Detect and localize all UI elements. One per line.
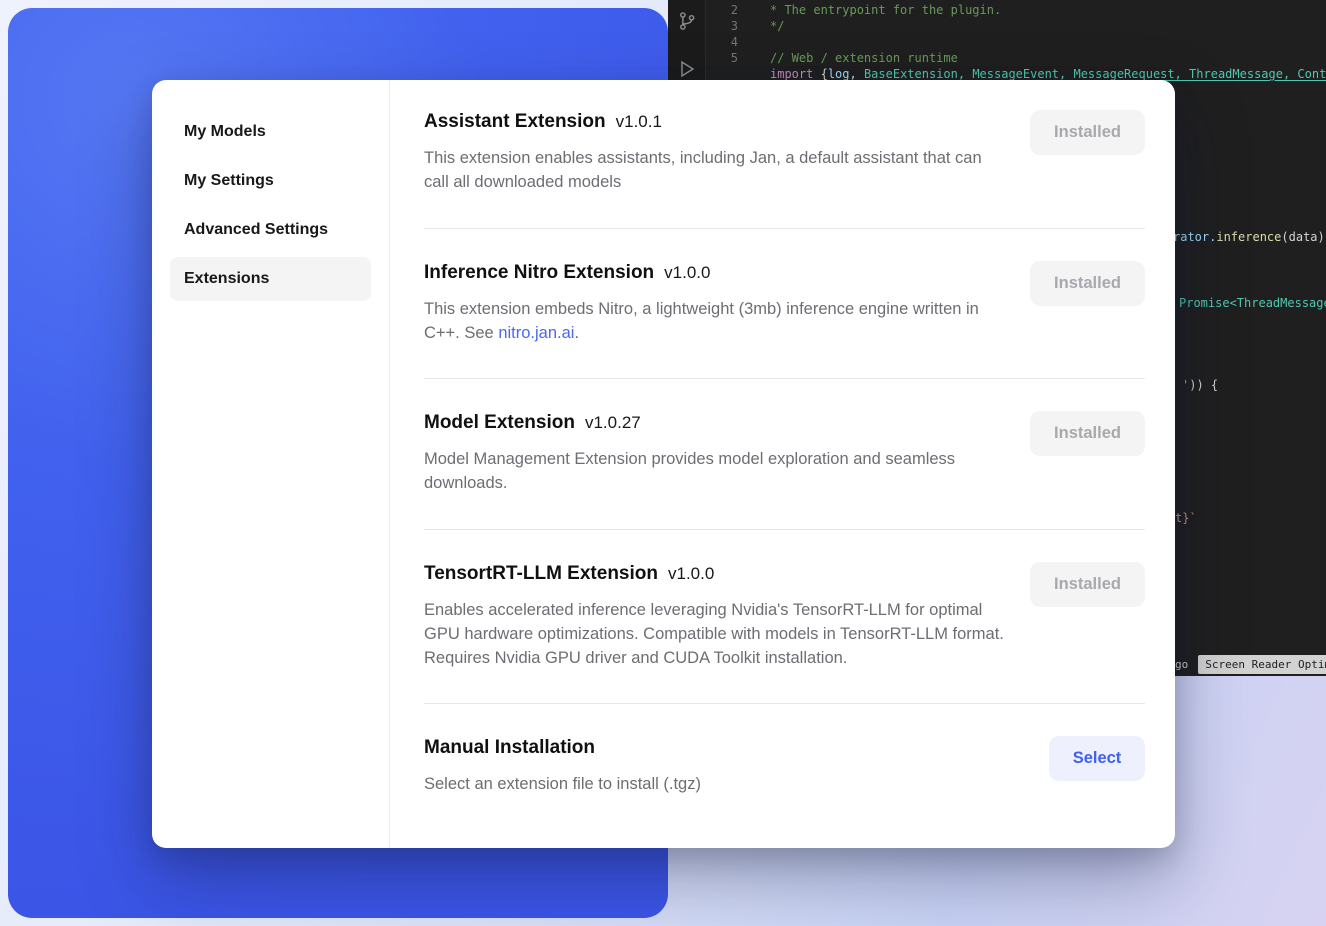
extension-row-assistant: Assistant Extension v1.0.1 This extensio… [424,80,1145,228]
extension-name: Model Extension [424,411,575,435]
installed-button[interactable]: Installed [1030,110,1145,155]
sidebar-item-advanced-settings[interactable]: Advanced Settings [170,208,371,252]
extension-version: v1.0.0 [668,562,714,586]
line-number: 5 [706,50,738,66]
extensions-panel: Assistant Extension v1.0.1 This extensio… [390,80,1175,848]
line-number: 4 [706,34,738,50]
run-debug-icon[interactable] [676,58,698,80]
extension-name: Inference Nitro Extension [424,261,654,285]
code-fragment: Promise<ThreadMessage> [1179,296,1326,310]
extension-row-nitro: Inference Nitro Extension v1.0.0 This ex… [424,229,1145,379]
desktop: 2 * The entrypoint for the plugin. 3 */ … [0,0,1326,926]
extension-name: TensortRT-LLM Extension [424,562,658,586]
code-area: 2 * The entrypoint for the plugin. 3 */ … [706,0,1326,82]
extension-name: Assistant Extension [424,110,606,134]
code-fragment: ')) { [1182,378,1218,392]
code-text: // Web / extension runtime [738,50,958,66]
extension-title: Inference Nitro Extension v1.0.0 [424,261,1006,285]
installed-button[interactable]: Installed [1030,261,1145,306]
extension-description: Model Management Extension provides mode… [424,447,1006,496]
code-text: */ [738,18,784,34]
code-line: 2 * The entrypoint for the plugin. [706,2,1326,18]
select-file-button[interactable]: Select [1049,736,1145,781]
extension-title: TensortRT-LLM Extension v1.0.0 [424,562,1006,586]
extension-row-model: Model Extension v1.0.27 Model Management… [424,379,1145,529]
code-fragment: t}` [1175,511,1197,525]
extension-version: v1.0.0 [664,261,710,285]
sidebar-item-my-models[interactable]: My Models [170,110,371,154]
extension-description: Select an extension file to install (.tg… [424,772,701,796]
extension-title: Assistant Extension v1.0.1 [424,110,1006,134]
screen-reader-badge[interactable]: Screen Reader Optimized [1198,655,1326,674]
code-line: 5 // Web / extension runtime [706,50,1326,66]
extension-name: Manual Installation [424,736,595,760]
code-line: 4 [706,34,1326,50]
extension-description: This extension embeds Nitro, a lightweig… [424,297,1006,346]
installed-button[interactable]: Installed [1030,562,1145,607]
extension-title: Manual Installation [424,736,701,760]
settings-modal: My Models My Settings Advanced Settings … [152,80,1175,848]
manual-installation-row: Manual Installation Select an extension … [424,704,1145,816]
extension-row-tensorrt: TensortRT-LLM Extension v1.0.0 Enables a… [424,530,1145,704]
code-fragment: rator.inference(data)); [1173,230,1326,244]
extension-description: Enables accelerated inference leveraging… [424,598,1006,671]
source-control-icon[interactable] [676,10,698,32]
sidebar-item-my-settings[interactable]: My Settings [170,159,371,203]
extension-title: Model Extension v1.0.27 [424,411,1006,435]
sidebar-item-extensions[interactable]: Extensions [170,257,371,301]
extension-version: v1.0.1 [616,110,662,134]
nitro-jan-ai-link[interactable]: nitro.jan.ai [498,324,574,342]
code-line: 3 */ [706,18,1326,34]
line-number: 3 [706,18,738,34]
status-text: go [1175,658,1188,671]
settings-sidebar: My Models My Settings Advanced Settings … [152,80,390,848]
line-number: 2 [706,2,738,18]
code-text: * The entrypoint for the plugin. [738,2,1001,18]
extension-version: v1.0.27 [585,411,641,435]
installed-button[interactable]: Installed [1030,411,1145,456]
extension-description: This extension enables assistants, inclu… [424,146,1006,195]
code-text [738,34,770,50]
